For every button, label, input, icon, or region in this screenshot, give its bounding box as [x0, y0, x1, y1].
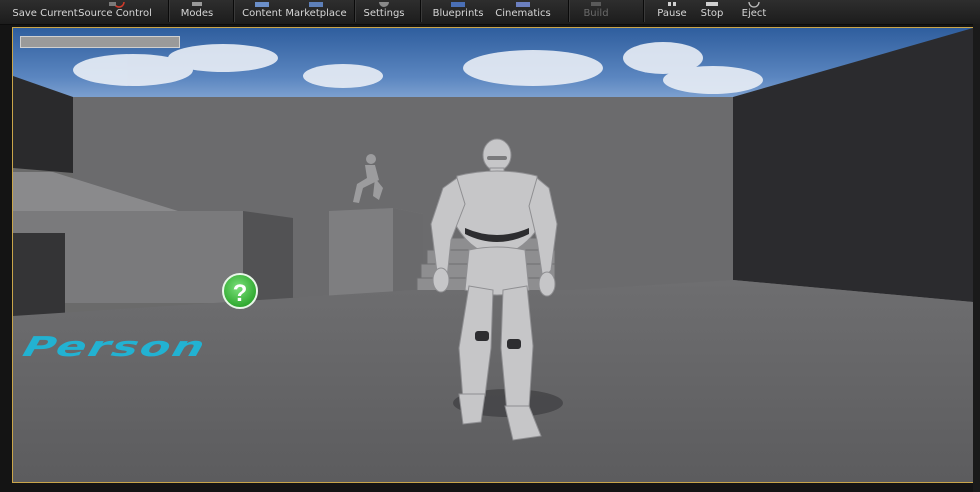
toolbar-separator	[643, 0, 644, 22]
settings-label: Settings	[363, 8, 405, 19]
settings-button[interactable]: Settings	[362, 0, 406, 24]
stop-icon	[702, 2, 722, 8]
cinematics-icon	[513, 2, 533, 8]
stop-label: Stop	[700, 8, 724, 19]
pause-button[interactable]: Pause	[652, 0, 692, 24]
source-control-icon	[105, 2, 125, 8]
toolbar-separator	[233, 0, 234, 22]
cinematics-button[interactable]: Cinematics	[494, 0, 552, 24]
loading-progress-bar	[20, 36, 180, 48]
save-current-button[interactable]: Save Current	[12, 0, 78, 24]
toolbar-separator	[420, 0, 421, 22]
modes-label: Modes	[180, 8, 214, 19]
content-label: Content	[242, 8, 282, 19]
cinematics-label: Cinematics	[495, 8, 551, 19]
toolbar-separator	[168, 0, 169, 22]
eject-icon	[744, 2, 764, 8]
build-button[interactable]: Build	[576, 0, 616, 24]
source-control-label: Source Control	[78, 8, 152, 19]
eject-label: Eject	[741, 8, 767, 19]
pause-icon	[662, 2, 682, 8]
modes-button[interactable]: Modes	[176, 0, 218, 24]
settings-icon	[374, 2, 394, 8]
content-button[interactable]: Content	[240, 0, 284, 24]
save-icon	[35, 2, 55, 8]
level-editor-toolbar: Save Current Source Control Modes Conten…	[0, 0, 980, 25]
marketplace-label: Marketplace	[285, 8, 347, 19]
question-pickup: ?	[222, 273, 258, 309]
blueprints-icon	[448, 2, 468, 8]
svg-text:?: ?	[233, 280, 248, 307]
scene-render: ?	[13, 28, 973, 482]
toolbar-separator	[568, 0, 569, 22]
build-label: Build	[583, 8, 609, 19]
floor	[13, 280, 973, 482]
pause-label: Pause	[657, 8, 687, 19]
build-icon	[586, 2, 606, 8]
toolbar-separator	[354, 0, 355, 22]
blueprints-label: Blueprints	[432, 8, 484, 19]
stop-button[interactable]: Stop	[694, 0, 730, 24]
source-control-button[interactable]: Source Control	[78, 0, 152, 24]
floor-text: rd Person	[13, 331, 210, 363]
marketplace-button[interactable]: Marketplace	[285, 0, 347, 24]
content-icon	[252, 2, 272, 8]
save-current-label: Save Current	[12, 8, 78, 19]
level-viewport[interactable]: ? Person	[12, 27, 974, 483]
left-block	[13, 233, 65, 320]
panel-edge	[973, 24, 980, 492]
marketplace-icon	[306, 2, 326, 8]
blueprints-button[interactable]: Blueprints	[430, 0, 486, 24]
eject-button[interactable]: Eject	[734, 0, 774, 24]
modes-icon	[187, 2, 207, 8]
